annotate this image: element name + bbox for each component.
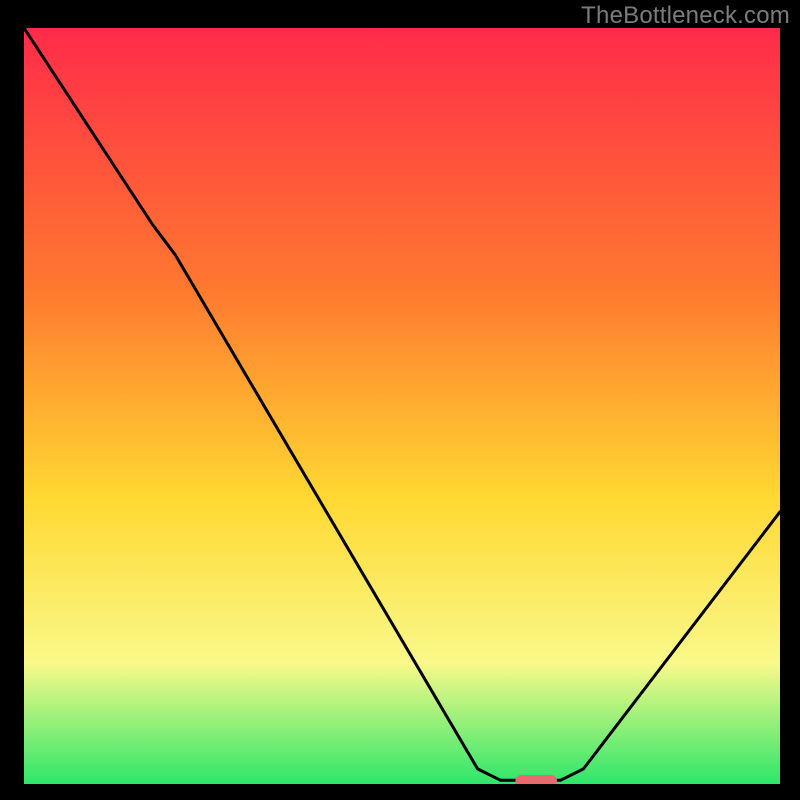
chart-plot-area [24, 28, 780, 784]
chart-frame: TheBottleneck.com [0, 0, 800, 800]
gradient-background [24, 28, 780, 784]
watermark-text: TheBottleneck.com [581, 2, 790, 30]
chart-svg [24, 28, 780, 784]
optimal-marker [515, 775, 557, 784]
